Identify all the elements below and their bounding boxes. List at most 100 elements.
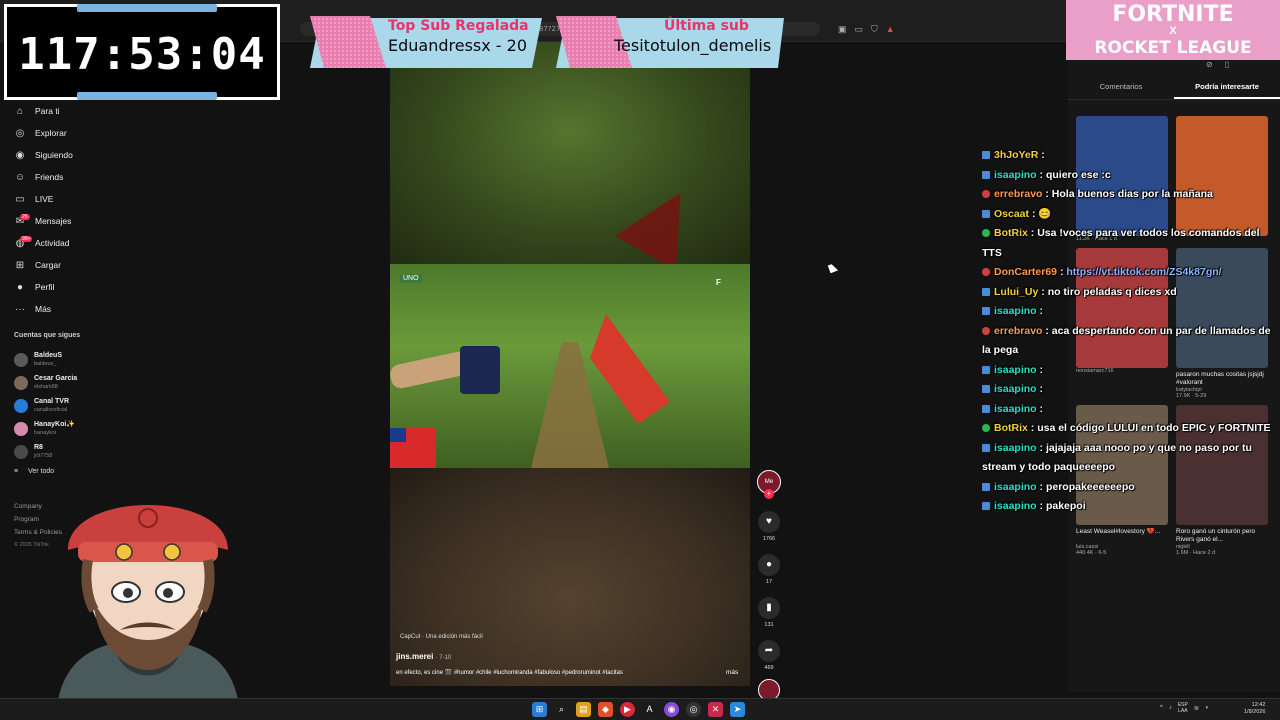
clock[interactable]: 12:42 1/8/2026 — [1244, 702, 1265, 716]
sidebar-item-8[interactable]: ● Perfil — [12, 276, 152, 298]
capcut-tag[interactable]: CapCut · Una edición más fácil — [400, 634, 483, 640]
more-link[interactable]: más — [726, 669, 738, 676]
notification-badge: 26 — [20, 214, 30, 220]
tray-chevron-icon[interactable]: ^ — [1160, 705, 1163, 711]
sidebar-item-9[interactable]: ··· Más — [12, 298, 152, 320]
sidebar-item-0[interactable]: ⌂ Para ti — [12, 100, 152, 122]
video-author[interactable]: jins.merei · 7-10 — [396, 652, 451, 661]
see-all-label: Ver todo — [28, 468, 55, 475]
sidebar-item-label: Explorar — [35, 128, 67, 138]
search-icon[interactable]: ⌕ — [554, 702, 569, 717]
chat-message: 3hJoYeR : — [982, 146, 1280, 166]
chat-username: isaapino — [994, 383, 1037, 395]
save-button[interactable]: ▮ — [758, 597, 780, 619]
chat-separator: : — [1036, 305, 1044, 317]
chat-badge-icon — [982, 287, 990, 296]
chat-app-icon[interactable]: ◉ — [664, 702, 679, 717]
following-name: Canal TVR — [34, 397, 70, 405]
chat-message: isaapino : quiero ese :c — [982, 166, 1280, 186]
phone-icon[interactable]: ▯ — [1225, 60, 1229, 69]
following-item[interactable]: BaldeuS baldeus_ — [14, 348, 77, 371]
chat-badge-icon — [982, 365, 990, 374]
following-name: BaldeuS — [34, 351, 63, 359]
taskbar-apps: ⊞ ⌕ ▤ ◆ ▶ A ◉ ◎ ✕ ➤ — [532, 702, 745, 717]
telegram-icon[interactable]: ➤ — [730, 702, 745, 717]
video-card-stats: 440.4K · 6-5 — [1076, 550, 1107, 556]
folder-icon[interactable]: ▤ — [576, 702, 591, 717]
clock-date: 1/8/2026 — [1244, 709, 1266, 715]
video-card-title: Least Weasel#lovestory 💔... — [1076, 528, 1161, 535]
sidebar-nav: ⌂ Para ti ◎ Explorar ◉ Siguiendo ☺ Friends ▭ LIVE… — [12, 100, 152, 320]
system-tray: ^ ♪ ESP LAA ≋ ◖ — [1160, 702, 1209, 714]
sidebar-item-7[interactable]: ⊞ Cargar — [12, 254, 152, 276]
following-item[interactable]: R8 jr97758 — [14, 440, 77, 463]
chat-username: Oscaat — [994, 207, 1030, 220]
sidebar-item-label: Actividad — [35, 238, 70, 248]
chat-text[interactable]: https://vt.tiktok.com/ZS4k87gn/ — [1066, 266, 1221, 278]
chat-separator: : — [1042, 324, 1052, 337]
volume-icon[interactable]: ◖ — [1205, 705, 1209, 711]
channel-logo-right: F — [716, 278, 721, 287]
sidebar-item-3[interactable]: ☺ Friends — [12, 166, 152, 188]
following-username: canaltvroficial — [34, 406, 68, 413]
sidebar-item-label: Cargar — [35, 260, 61, 270]
following-names: Cesar Garcia elshark88 — [34, 375, 77, 391]
comment-count: 17 — [765, 579, 773, 585]
terminal-icon[interactable]: A — [642, 702, 657, 717]
obs-red-icon[interactable]: ▶ — [620, 702, 635, 717]
follow-plus-icon[interactable]: + — [764, 489, 774, 499]
obs-icon[interactable]: ◎ — [686, 702, 701, 717]
start-icon[interactable]: ⊞ — [532, 702, 547, 717]
top-sub-value: Eduandressx - 20 — [388, 36, 528, 55]
following-item[interactable]: Canal TVR canaltvroficial — [14, 394, 77, 417]
chat-badge-icon — [982, 502, 990, 510]
screen-icon[interactable]: ▭ — [855, 24, 864, 35]
chat-badge-icon — [982, 482, 990, 491]
wifi-icon[interactable]: ≋ — [1194, 705, 1199, 712]
language-indicator[interactable]: ESP LAA — [1178, 702, 1188, 714]
chat-separator: : — [1029, 207, 1039, 220]
video-player[interactable]: UNO F CapCut · Una edición más fácil jin… — [390, 42, 750, 686]
following-title: Cuentas que sigues — [14, 332, 81, 339]
mic-icon[interactable]: ♪ — [1169, 705, 1172, 711]
link-icon[interactable]: ⊘ — [1206, 60, 1213, 69]
following-list: BaldeuS baldeus_ Cesar Garcia elshark88 Cana… — [14, 348, 77, 463]
following-username: jr97758 — [34, 452, 53, 459]
mug-shape — [460, 346, 500, 394]
like-button[interactable]: ♥ — [758, 511, 780, 533]
share-button[interactable]: ➦ — [758, 640, 780, 662]
extension-icon[interactable]: ▣ — [838, 24, 847, 35]
chat-separator: : — [1036, 402, 1044, 415]
sidebar-item-4[interactable]: ▭ LIVE — [12, 188, 152, 210]
channel-logo: UNO — [400, 274, 422, 283]
tab-comments[interactable]: Comentarios — [1068, 80, 1174, 99]
stream-chat: 3hJoYeR : isaapino : quiero ese :c errebr… — [982, 146, 1280, 517]
timer-value: 117:53:04 — [18, 29, 266, 80]
following-item[interactable]: Cesar Garcia elshark88 — [14, 371, 77, 394]
sidebar-item-6[interactable]: ◍ 99+ Actividad — [12, 232, 152, 254]
logo-line-2: X — [1169, 25, 1177, 37]
sidebar-item-label: Mensajes — [35, 216, 72, 226]
sidebar-item-1[interactable]: ◎ Explorar — [12, 122, 152, 144]
following-names: R8 jr97758 — [34, 444, 52, 460]
app-icon[interactable]: ✕ — [708, 702, 723, 717]
chat-separator: : — [1036, 363, 1044, 376]
comment-button[interactable]: ● — [758, 554, 780, 576]
chat-message: errebravo : Hola buenos dias por la maña… — [982, 185, 1280, 205]
brave-icon[interactable]: ◆ — [598, 702, 613, 717]
sidebar-item-2[interactable]: ◉ Siguiendo — [12, 144, 152, 166]
chat-badge-icon — [982, 307, 990, 315]
video-background-upper — [390, 42, 750, 264]
last-sub-label: Última sub — [664, 18, 749, 34]
chat-username: isaapino — [994, 402, 1037, 415]
tab-recommended[interactable]: Podría interesarte — [1174, 80, 1280, 99]
shield-icon[interactable]: ⛉ — [871, 24, 878, 35]
following-item[interactable]: HanayKoi✨ hanaykoi — [14, 417, 77, 440]
chat-message: BotRix : usa el código LULUI en todo EPI… — [982, 419, 1280, 439]
alert-icon[interactable]: ▲ — [886, 24, 895, 35]
chat-badge-icon — [982, 229, 990, 237]
sidebar-item-5[interactable]: ✉ 26 Mensajes — [12, 210, 152, 232]
see-all-link[interactable]: ≡ Ver todo — [14, 468, 54, 475]
chat-badge-icon — [982, 209, 990, 218]
logo-line-3: ROCKET LEAGUE — [1094, 38, 1252, 58]
